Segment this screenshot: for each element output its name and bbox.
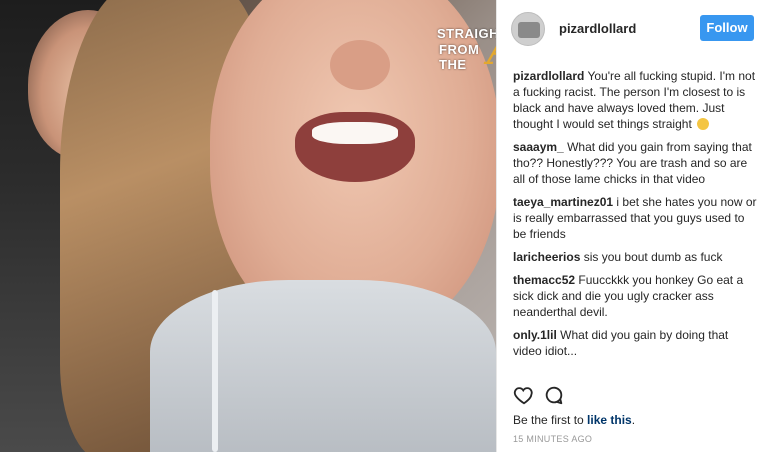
comment-item: themacc52 Fuucckkk you honkey Go eat a s… [513,272,759,320]
post-actions [513,384,593,408]
comment-text: sis you bout dumb as fuck [583,250,723,264]
comment-item: saaaym_ What did you gain from saying th… [513,139,759,187]
comments-list: pizardlollard You're all fucking stupid.… [513,68,759,366]
post-sidebar: pizardlollard Follow pizardlollard You'r… [496,0,768,452]
comment-username[interactable]: saaaym_ [513,140,564,154]
post-timestamp: 15 MINUTES AGO [513,434,593,444]
sweat-smile-emoji-icon [697,118,710,130]
teeth [312,122,398,144]
comment-username[interactable]: laricheerios [513,250,580,264]
nose [330,40,390,90]
post-header: pizardlollard Follow [497,0,768,60]
header-username[interactable]: pizardlollard [559,21,636,36]
comment-username[interactable]: themacc52 [513,273,575,287]
likes-prefix: Be the first to [513,413,588,427]
comment-username[interactable]: pizardlollard [513,69,584,83]
like-this-link[interactable]: like this [587,413,632,427]
watermark-line3: THE [439,57,467,72]
follow-button[interactable]: Follow [700,15,754,41]
post-media[interactable] [0,0,496,452]
comment-username[interactable]: taeya_martinez01 [513,195,613,209]
comment-item: only.1lil What did you gain by doing tha… [513,327,759,359]
avatar[interactable] [511,12,545,46]
hoodie [150,280,496,452]
likes-suffix: . [631,413,636,427]
comment-item: pizardlollard You're all fucking stupid.… [513,68,759,132]
comment-item: taeya_martinez01 i bet she hates you now… [513,194,759,242]
likes-line: Be the first to like this. [513,413,635,427]
heart-icon[interactable] [513,384,535,406]
hoodie-cord [212,290,218,452]
comment-username[interactable]: only.1lil [513,328,557,342]
watermark-line2: FROM [439,42,480,57]
comment-icon[interactable] [543,384,565,406]
comment-item: laricheerios sis you bout dumb as fuck [513,249,759,265]
